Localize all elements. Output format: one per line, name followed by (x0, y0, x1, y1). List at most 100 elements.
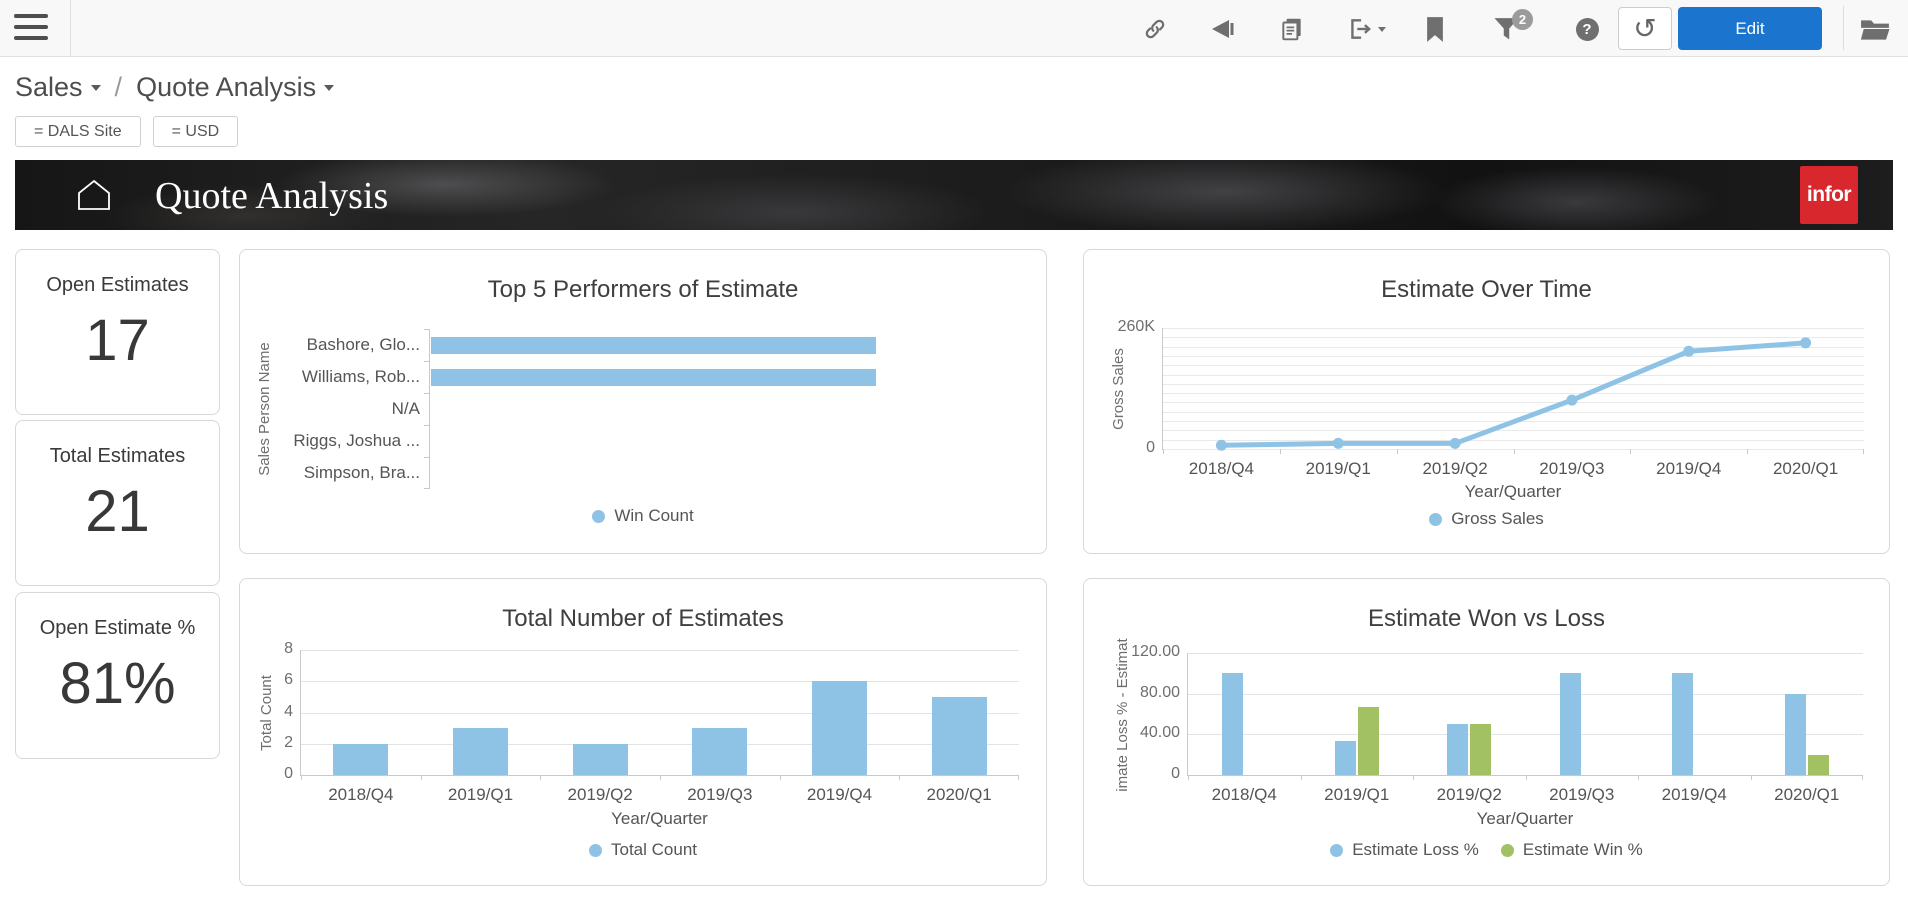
bookmark-icon[interactable] (1420, 14, 1450, 44)
legend-label: Estimate Loss % (1352, 840, 1479, 859)
toolbar-divider (1843, 6, 1844, 50)
axis-tick (1163, 449, 1164, 454)
infor-logo: infor (1800, 166, 1858, 224)
bar[interactable] (1447, 724, 1469, 775)
bar[interactable] (572, 743, 628, 775)
filter-icon[interactable]: 2 (1483, 9, 1533, 44)
bar[interactable] (1334, 741, 1356, 775)
announce-megaphone-icon[interactable] (1208, 14, 1238, 44)
breadcrumb-quote-analysis[interactable]: Quote Analysis (136, 72, 335, 103)
y-tick-label: 120.00 (1131, 643, 1180, 660)
data-point[interactable] (1449, 437, 1461, 449)
x-category-label: 2019/Q4 (806, 785, 873, 804)
bar[interactable] (1222, 673, 1244, 775)
x-axis-label: Year/Quarter (1464, 482, 1562, 501)
home-icon[interactable] (75, 178, 113, 217)
data-point[interactable] (1332, 437, 1344, 449)
x-category-label: 2018/Q4 (1188, 459, 1255, 478)
edit-button[interactable]: Edit (1678, 7, 1822, 50)
bar[interactable] (1357, 707, 1379, 775)
axis-tick (424, 393, 430, 394)
x-axis-label: Year/Quarter (611, 809, 708, 828)
filter-chip-site[interactable]: = DALS Site (15, 116, 141, 147)
x-category-label: 2019/Q2 (567, 785, 633, 804)
y-tick-label: 8 (284, 640, 293, 657)
plot-area: 120.00 80.00 40.00 0 2018/Q4 2019/Q1 2019/Q2 20… (1131, 643, 1863, 804)
chart-estimate-over-time: Estimate Over Time Gross Sales 260K 0 2018… (1083, 249, 1890, 554)
category-label: Bashore, Glo... (306, 335, 420, 354)
bar[interactable] (333, 743, 389, 775)
axis-tick (1188, 775, 1189, 780)
axis-tick (899, 775, 901, 780)
data-point[interactable] (1215, 439, 1227, 451)
breadcrumb-separator: / (114, 72, 123, 102)
axis-tick (1863, 449, 1864, 454)
gridline (301, 712, 1019, 714)
legend-item[interactable]: Win Count (592, 506, 694, 526)
folder-icon[interactable] (1860, 14, 1890, 44)
kpi-open-estimates: Open Estimates 17 (15, 249, 220, 415)
data-point[interactable] (1800, 337, 1812, 349)
help-icon[interactable]: ? (1572, 14, 1602, 44)
data-point[interactable] (1683, 345, 1695, 357)
x-category-label: 2019/Q1 (447, 785, 514, 804)
axis-tick (420, 775, 422, 780)
axis-tick (424, 425, 430, 426)
bar[interactable] (1672, 673, 1694, 775)
page-title: Quote Analysis (155, 175, 389, 217)
x-category-label: 2019/Q2 (1436, 785, 1502, 804)
bar[interactable] (692, 728, 748, 775)
data-point[interactable] (1566, 394, 1578, 406)
export-icon[interactable] (1342, 14, 1390, 44)
kpi-value: 81% (59, 651, 176, 716)
chart-title: Estimate Over Time (1381, 276, 1592, 303)
copy-pages-icon[interactable] (1277, 14, 1307, 44)
kpi-value: 17 (85, 308, 150, 373)
chart-legend: Total Count (240, 840, 1046, 860)
bar[interactable] (931, 696, 987, 775)
legend-item[interactable]: Estimate Win % (1500, 840, 1643, 860)
bar[interactable] (812, 681, 867, 775)
bar[interactable] (1559, 673, 1581, 775)
axis-tick (424, 457, 430, 458)
axis-tick (1747, 449, 1749, 454)
line-series (1215, 337, 1812, 451)
breadcrumb-sales[interactable]: Sales (15, 72, 101, 103)
x-category-label: 2020/Q1 (926, 785, 992, 804)
refresh-button[interactable]: ↺ (1618, 7, 1672, 50)
axis-tick (779, 775, 781, 780)
bar[interactable] (453, 728, 508, 775)
y-tick-label: 0 (1171, 765, 1180, 782)
axis-tick (1513, 449, 1515, 454)
gridline (301, 681, 1019, 683)
bar[interactable] (1470, 724, 1492, 775)
chart-total-estimates: Total Number of Estimates Total Count 8 6… (239, 578, 1047, 886)
legend-item[interactable]: Estimate Loss % (1330, 840, 1479, 860)
axis-tick (1862, 775, 1863, 780)
dashboard-banner: Quote Analysis infor (15, 160, 1893, 230)
chevron-down-icon (90, 84, 101, 91)
filter-chips: = DALS Site = USD (15, 116, 239, 147)
hamburger-menu-icon[interactable] (14, 14, 48, 42)
export-caret-icon (1377, 26, 1386, 32)
bar[interactable] (431, 368, 877, 386)
category-label: Riggs, Joshua ... (293, 431, 420, 450)
axis-tick (540, 775, 542, 780)
bar[interactable] (1784, 693, 1806, 775)
category-label: Simpson, Bra... (303, 463, 420, 482)
chart-title: Estimate Won vs Loss (1368, 605, 1605, 632)
gridline (1188, 734, 1863, 736)
axis-tick (1638, 775, 1639, 780)
chart-title: Top 5 Performers of Estimate (487, 276, 799, 303)
plot-area: 260K 0 2018/Q4 2019/Q1 2019/Q2 2019/Q3 2019/Q4… (1118, 318, 1864, 478)
legend-item[interactable]: Total Count (589, 840, 697, 860)
legend-item[interactable]: Gross Sales (1429, 509, 1544, 529)
legend-label: Win Count (614, 506, 694, 525)
bar[interactable] (1807, 754, 1829, 775)
bar[interactable] (431, 336, 877, 354)
breadcrumb-sales-label: Sales (15, 72, 83, 102)
filter-chip-currency[interactable]: = USD (152, 116, 239, 147)
chart-legend: Estimate Loss % Estimate Win % (1084, 840, 1889, 860)
share-link-icon[interactable] (1140, 14, 1170, 44)
plot-area: 8 6 4 2 0 2018/Q4 2019/Q1 2019/Q2 2019/Q3 2019/Q4… (284, 640, 1019, 804)
